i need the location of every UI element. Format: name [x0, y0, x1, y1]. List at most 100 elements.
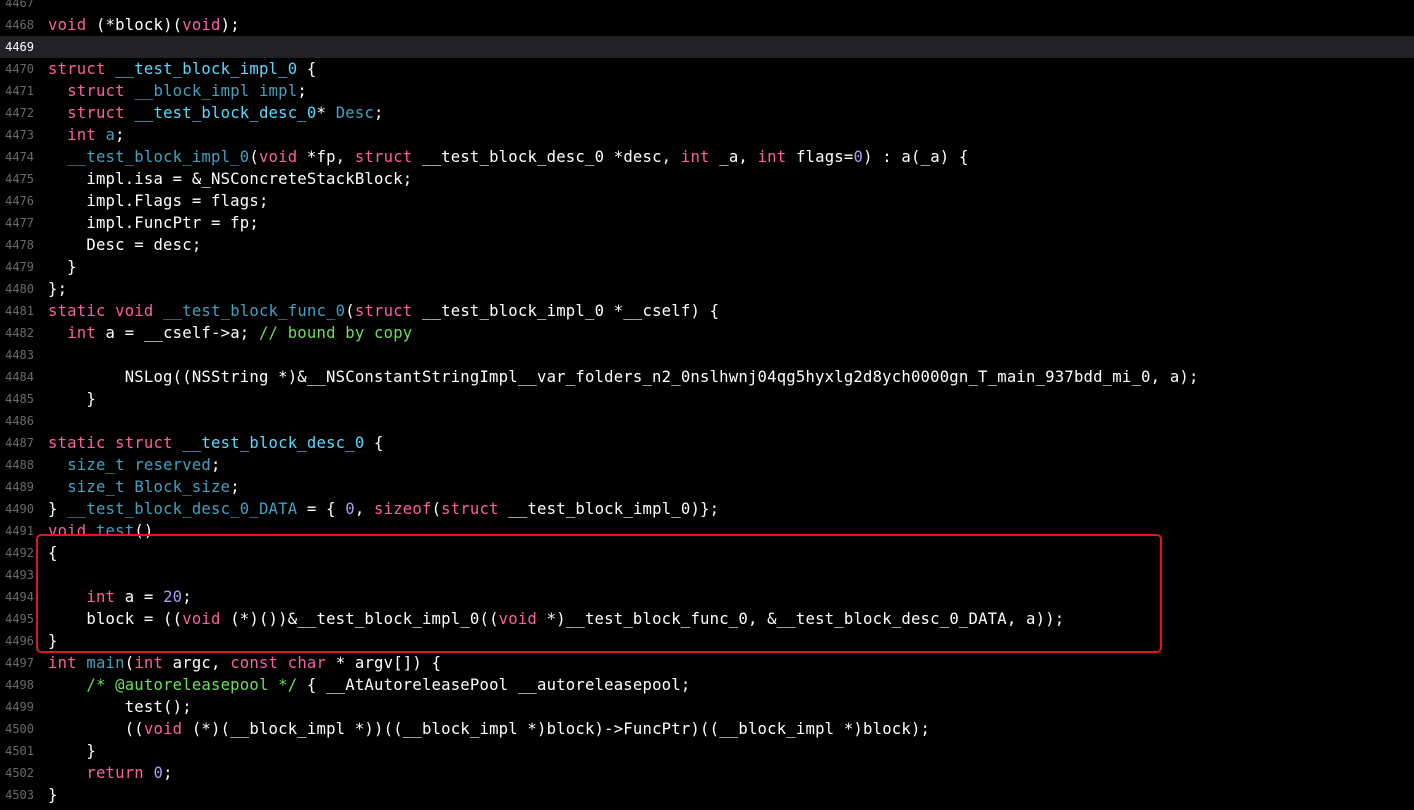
line-number: 4475 [5, 172, 34, 186]
code-token: void [182, 16, 221, 34]
code-token: } [48, 258, 77, 276]
code-line[interactable]: 4488 size_t reserved; [0, 454, 1414, 476]
code-line[interactable]: 4468 void (*block)(void); [0, 14, 1414, 36]
code-token: size_t [67, 456, 125, 474]
code-token: int [680, 148, 710, 166]
code-line[interactable]: 4478 Desc = desc; [0, 234, 1414, 256]
code-token: ; [297, 82, 307, 100]
code-line[interactable]: 4492 { [0, 542, 1414, 564]
code-token: a = [115, 588, 164, 606]
code-line[interactable]: 4487 static struct __test_block_desc_0 { [0, 432, 1414, 454]
code-text: Desc = desc; [48, 234, 201, 256]
line-number: 4487 [5, 436, 34, 450]
code-token: struct [354, 302, 413, 320]
code-text: ((void (*)(__block_impl *))((__block_imp… [48, 718, 930, 740]
line-number: 4498 [5, 678, 34, 692]
code-token: struct [67, 82, 125, 100]
code-line[interactable]: 4495 block = ((void (*)())&__test_block_… [0, 608, 1414, 630]
code-token: __test_block_impl_0 [67, 148, 250, 166]
line-number: 4472 [5, 106, 34, 120]
code-token: * argv[]) { [326, 654, 442, 672]
code-line[interactable]: 4500 ((void (*)(__block_impl *))((__bloc… [0, 718, 1414, 740]
code-line[interactable]: 4484 NSLog((NSString *)&__NSConstantStri… [0, 366, 1414, 388]
code-token: (( [48, 720, 144, 738]
line-number: 4491 [5, 524, 34, 538]
code-token: (*)(__block_impl *))((__block_impl *)blo… [182, 720, 931, 738]
code-line[interactable]: 4477 impl.FuncPtr = fp; [0, 212, 1414, 234]
code-line[interactable]: 4503} [0, 784, 1414, 806]
code-text: /* @autoreleasepool */ { __AtAutorelease… [48, 674, 690, 696]
line-number: 4496 [5, 634, 34, 648]
code-token: , [354, 500, 375, 518]
code-token: int [67, 324, 96, 342]
line-number: 4485 [5, 392, 34, 406]
code-line[interactable]: 4499 test(); [0, 696, 1414, 718]
code-token: ; [163, 764, 173, 782]
line-number: 4468 [5, 18, 34, 32]
code-line[interactable]: 4494 int a = 20; [0, 586, 1414, 608]
code-text: static void __test_block_func_0(struct _… [48, 300, 719, 322]
code-line[interactable]: 4472 struct __test_block_desc_0* Desc; [0, 102, 1414, 124]
code-line[interactable]: 4502 return 0; [0, 762, 1414, 784]
line-number: 4501 [5, 744, 34, 758]
code-line[interactable]: 4479 } [0, 256, 1414, 278]
code-line[interactable]: 4480}; [0, 278, 1414, 300]
line-number: 4503 [5, 788, 34, 802]
code-text: block = ((void (*)())&__test_block_impl_… [48, 608, 1064, 630]
code-line[interactable]: 4483 [0, 344, 1414, 366]
code-line[interactable]: 4482 int a = __cself->a; // bound by cop… [0, 322, 1414, 344]
line-number: 4471 [5, 84, 34, 98]
code-line[interactable]: 4485 } [0, 388, 1414, 410]
code-line[interactable]: 4476 impl.Flags = flags; [0, 190, 1414, 212]
code-editor[interactable]: 4467 4468 void (*block)(void); 4469 4470 stru… [0, 0, 1414, 806]
code-line[interactable]: 4470 struct __test_block_impl_0 { [0, 58, 1414, 80]
code-token: __test_block_func_0 [163, 302, 346, 320]
code-token: 0 [345, 500, 355, 518]
code-line[interactable]: 4471 struct __block_impl impl; [0, 80, 1414, 102]
code-token: int [48, 654, 77, 672]
line-number: 4492 [5, 546, 34, 560]
code-text: } [48, 784, 58, 806]
code-line[interactable]: 4486 [0, 410, 1414, 432]
code-line[interactable]: 4469 [0, 36, 1414, 58]
code-line[interactable]: 4474 __test_block_impl_0(void *fp, struc… [0, 146, 1414, 168]
code-line[interactable]: 4489 size_t Block_size; [0, 476, 1414, 498]
code-line[interactable]: 4493 [0, 564, 1414, 586]
code-token: /* @autoreleasepool */ [86, 676, 298, 694]
code-token: ; [230, 478, 240, 496]
code-token: *)__test_block_func_0, &__test_block_des… [537, 610, 1065, 628]
code-token: (*)())&__test_block_impl_0(( [220, 610, 499, 628]
code-line[interactable]: 4491 void test() [0, 520, 1414, 542]
code-line[interactable]: 4497 int main(int argc, const char * argv… [0, 652, 1414, 674]
code-line[interactable]: 4496} [0, 630, 1414, 652]
line-number: 4499 [5, 700, 34, 714]
code-token: ; [211, 456, 221, 474]
code-line[interactable]: 4490} __test_block_desc_0_DATA = { 0, si… [0, 498, 1414, 520]
code-line[interactable]: 4475 impl.isa = &_NSConcreteStackBlock; [0, 168, 1414, 190]
code-line[interactable]: 4498 /* @autoreleasepool */ { __AtAutore… [0, 674, 1414, 696]
code-token: int [757, 148, 787, 166]
code-token: } [48, 742, 96, 760]
code-line[interactable]: 4467 [0, 0, 1414, 14]
code-line[interactable]: 4473 int a; [0, 124, 1414, 146]
code-text: struct __block_impl impl; [48, 80, 307, 102]
code-line[interactable]: 4501 } [0, 740, 1414, 762]
code-line[interactable]: 4481 static void __test_block_func_0(stru… [0, 300, 1414, 322]
code-token: ( [431, 500, 442, 518]
code-token: ); [220, 16, 240, 34]
code-token: void [258, 148, 298, 166]
code-text: return 0; [48, 762, 173, 784]
code-token: } [48, 390, 96, 408]
code-token: ; [182, 588, 192, 606]
code-token: * [316, 104, 336, 122]
code-token: test(); [48, 698, 192, 716]
